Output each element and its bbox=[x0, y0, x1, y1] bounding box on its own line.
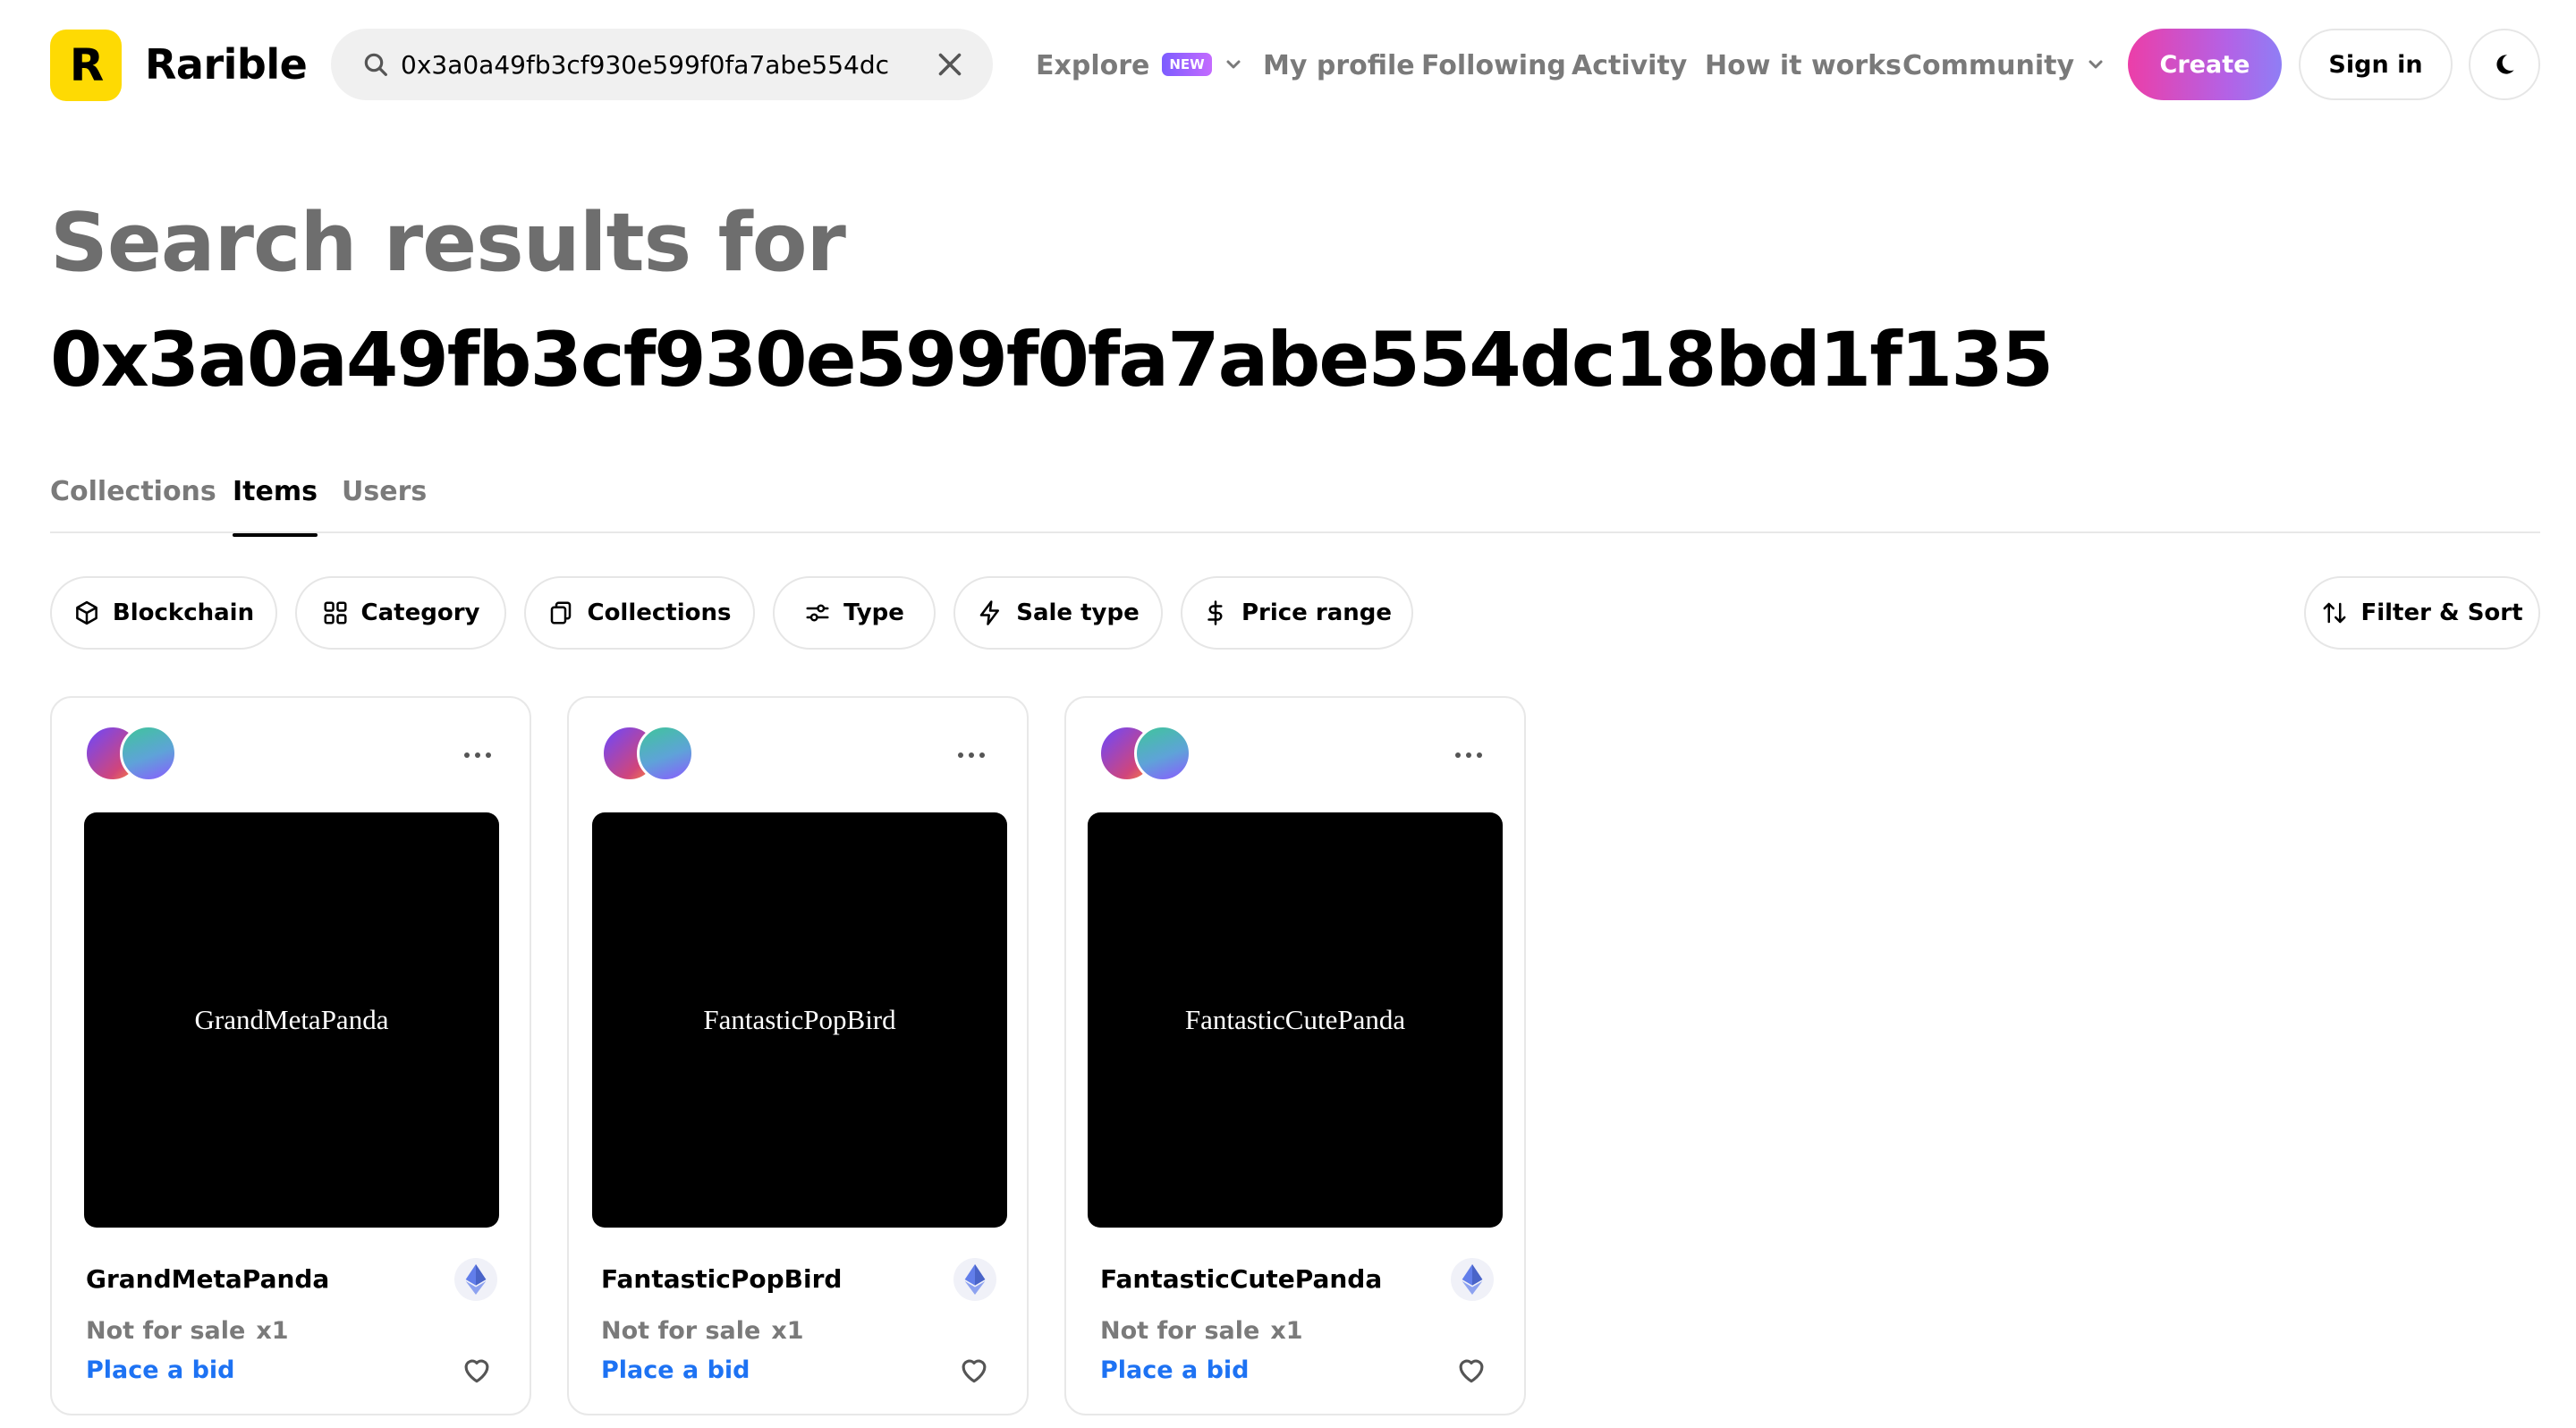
place-bid-link[interactable]: Place a bid bbox=[601, 1353, 750, 1389]
result-tabs: Collections Items Users bbox=[50, 465, 2540, 537]
brand-name[interactable]: Rarible bbox=[145, 36, 308, 93]
close-icon[interactable] bbox=[934, 48, 966, 81]
nft-image-text: FantasticCutePanda bbox=[1184, 1004, 1406, 1035]
collections-icon bbox=[551, 601, 572, 625]
filter-category[interactable]: Category bbox=[295, 576, 506, 650]
moon-icon bbox=[2496, 55, 2514, 74]
place-bid-link[interactable]: Place a bid bbox=[1100, 1353, 1250, 1389]
nav-explore-label: Explore bbox=[1036, 50, 1150, 81]
tab-collections[interactable]: Collections bbox=[50, 471, 216, 514]
owner-avatars[interactable] bbox=[1098, 725, 1197, 782]
nft-image-text: FantasticPopBird bbox=[703, 1004, 896, 1035]
more-options-icon[interactable] bbox=[1451, 748, 1487, 762]
nav-explore[interactable]: Explore NEW bbox=[1036, 45, 1244, 88]
nft-image[interactable]: FantasticPopBird bbox=[592, 812, 1007, 1228]
sale-status: Not for sale x1 bbox=[86, 1313, 289, 1349]
heart-icon[interactable] bbox=[957, 1353, 991, 1387]
item-quantity: x1 bbox=[1270, 1317, 1303, 1345]
item-card[interactable]: GrandMetaPanda GrandMetaPanda Not for sa… bbox=[50, 696, 531, 1415]
item-name[interactable]: GrandMetaPanda bbox=[86, 1262, 329, 1297]
cube-icon bbox=[76, 600, 97, 625]
nav-my-profile[interactable]: My profile bbox=[1263, 45, 1415, 88]
sale-status: Not for sale x1 bbox=[1100, 1313, 1303, 1349]
sale-status: Not for sale x1 bbox=[601, 1313, 804, 1349]
heart-icon[interactable] bbox=[460, 1353, 494, 1387]
nav-activity[interactable]: Activity bbox=[1572, 45, 1687, 88]
sliders-icon bbox=[806, 604, 829, 622]
item-quantity: x1 bbox=[771, 1317, 804, 1345]
filter-label: Collections bbox=[587, 599, 732, 626]
search-input[interactable] bbox=[401, 43, 891, 86]
filter-sale-type[interactable]: Sale type bbox=[953, 576, 1163, 650]
more-options-icon[interactable] bbox=[953, 748, 989, 762]
search-query-title: 0x3a0a49fb3cf930e599f0fa7abe554dc18bd1f1… bbox=[50, 316, 2054, 404]
nft-image[interactable]: FantasticCutePanda bbox=[1088, 812, 1503, 1228]
tab-items[interactable]: Items bbox=[233, 471, 318, 537]
item-name[interactable]: FantasticCutePanda bbox=[1100, 1262, 1382, 1297]
item-quantity: x1 bbox=[256, 1317, 289, 1345]
ethereum-icon bbox=[953, 1258, 996, 1301]
theme-toggle-button[interactable] bbox=[2469, 29, 2540, 100]
ethereum-icon bbox=[454, 1258, 497, 1301]
tab-users[interactable]: Users bbox=[342, 471, 427, 514]
item-name[interactable]: FantasticPopBird bbox=[601, 1262, 842, 1297]
avatar[interactable] bbox=[120, 725, 177, 782]
filter-label: Price range bbox=[1241, 599, 1392, 626]
search-icon bbox=[364, 53, 387, 76]
owner-avatars[interactable] bbox=[601, 725, 699, 782]
nav-how-it-works[interactable]: How it works bbox=[1705, 45, 1902, 88]
filter-label: Blockchain bbox=[112, 599, 255, 626]
place-bid-link[interactable]: Place a bid bbox=[86, 1353, 235, 1389]
item-card[interactable]: FantasticCutePanda FantasticCutePanda No… bbox=[1064, 696, 1526, 1415]
new-badge: NEW bbox=[1162, 52, 1212, 76]
sale-status-text: Not for sale bbox=[86, 1317, 246, 1345]
sale-status-text: Not for sale bbox=[1100, 1317, 1260, 1345]
page-title: Search results for bbox=[50, 196, 846, 290]
filter-label: Type bbox=[843, 599, 904, 626]
avatar[interactable] bbox=[637, 725, 694, 782]
avatar[interactable] bbox=[1134, 725, 1191, 782]
nav-following[interactable]: Following bbox=[1421, 45, 1566, 88]
sign-in-button[interactable]: Sign in bbox=[2299, 29, 2453, 100]
search-bar[interactable] bbox=[331, 29, 993, 100]
grid-icon bbox=[324, 601, 347, 625]
chevron-down-icon bbox=[1226, 60, 1241, 68]
lightning-icon bbox=[980, 600, 1000, 625]
sort-arrows-icon bbox=[2323, 602, 2346, 624]
filter-collections[interactable]: Collections bbox=[524, 576, 755, 650]
nft-image-text: GrandMetaPanda bbox=[194, 1004, 389, 1035]
owner-avatars[interactable] bbox=[84, 725, 182, 782]
rarible-logo[interactable]: R bbox=[50, 30, 122, 101]
sale-status-text: Not for sale bbox=[601, 1317, 761, 1345]
filter-label: Category bbox=[360, 599, 480, 626]
filter-type[interactable]: Type bbox=[773, 576, 936, 650]
ethereum-icon bbox=[1451, 1258, 1494, 1301]
nav-community[interactable]: Community bbox=[1902, 45, 2106, 88]
heart-icon[interactable] bbox=[1454, 1353, 1488, 1387]
filter-price-range[interactable]: Price range bbox=[1181, 576, 1413, 650]
nft-image[interactable]: GrandMetaPanda bbox=[84, 812, 499, 1228]
nav-community-label: Community bbox=[1902, 50, 2075, 81]
filter-sort-button[interactable]: Filter & Sort bbox=[2304, 576, 2540, 650]
dollar-icon bbox=[1208, 600, 1223, 625]
item-card[interactable]: FantasticPopBird FantasticPopBird Not fo… bbox=[567, 696, 1029, 1415]
top-header: R Rarible Explore NEW My profile Followin… bbox=[0, 0, 2576, 131]
filter-label: Sale type bbox=[1016, 599, 1140, 626]
more-options-icon[interactable] bbox=[460, 748, 496, 762]
filter-sort-label: Filter & Sort bbox=[2360, 599, 2523, 626]
filter-blockchain[interactable]: Blockchain bbox=[50, 576, 277, 650]
logo-letter: R bbox=[69, 39, 104, 91]
create-button[interactable]: Create bbox=[2128, 29, 2282, 100]
chevron-down-icon bbox=[2089, 60, 2103, 68]
